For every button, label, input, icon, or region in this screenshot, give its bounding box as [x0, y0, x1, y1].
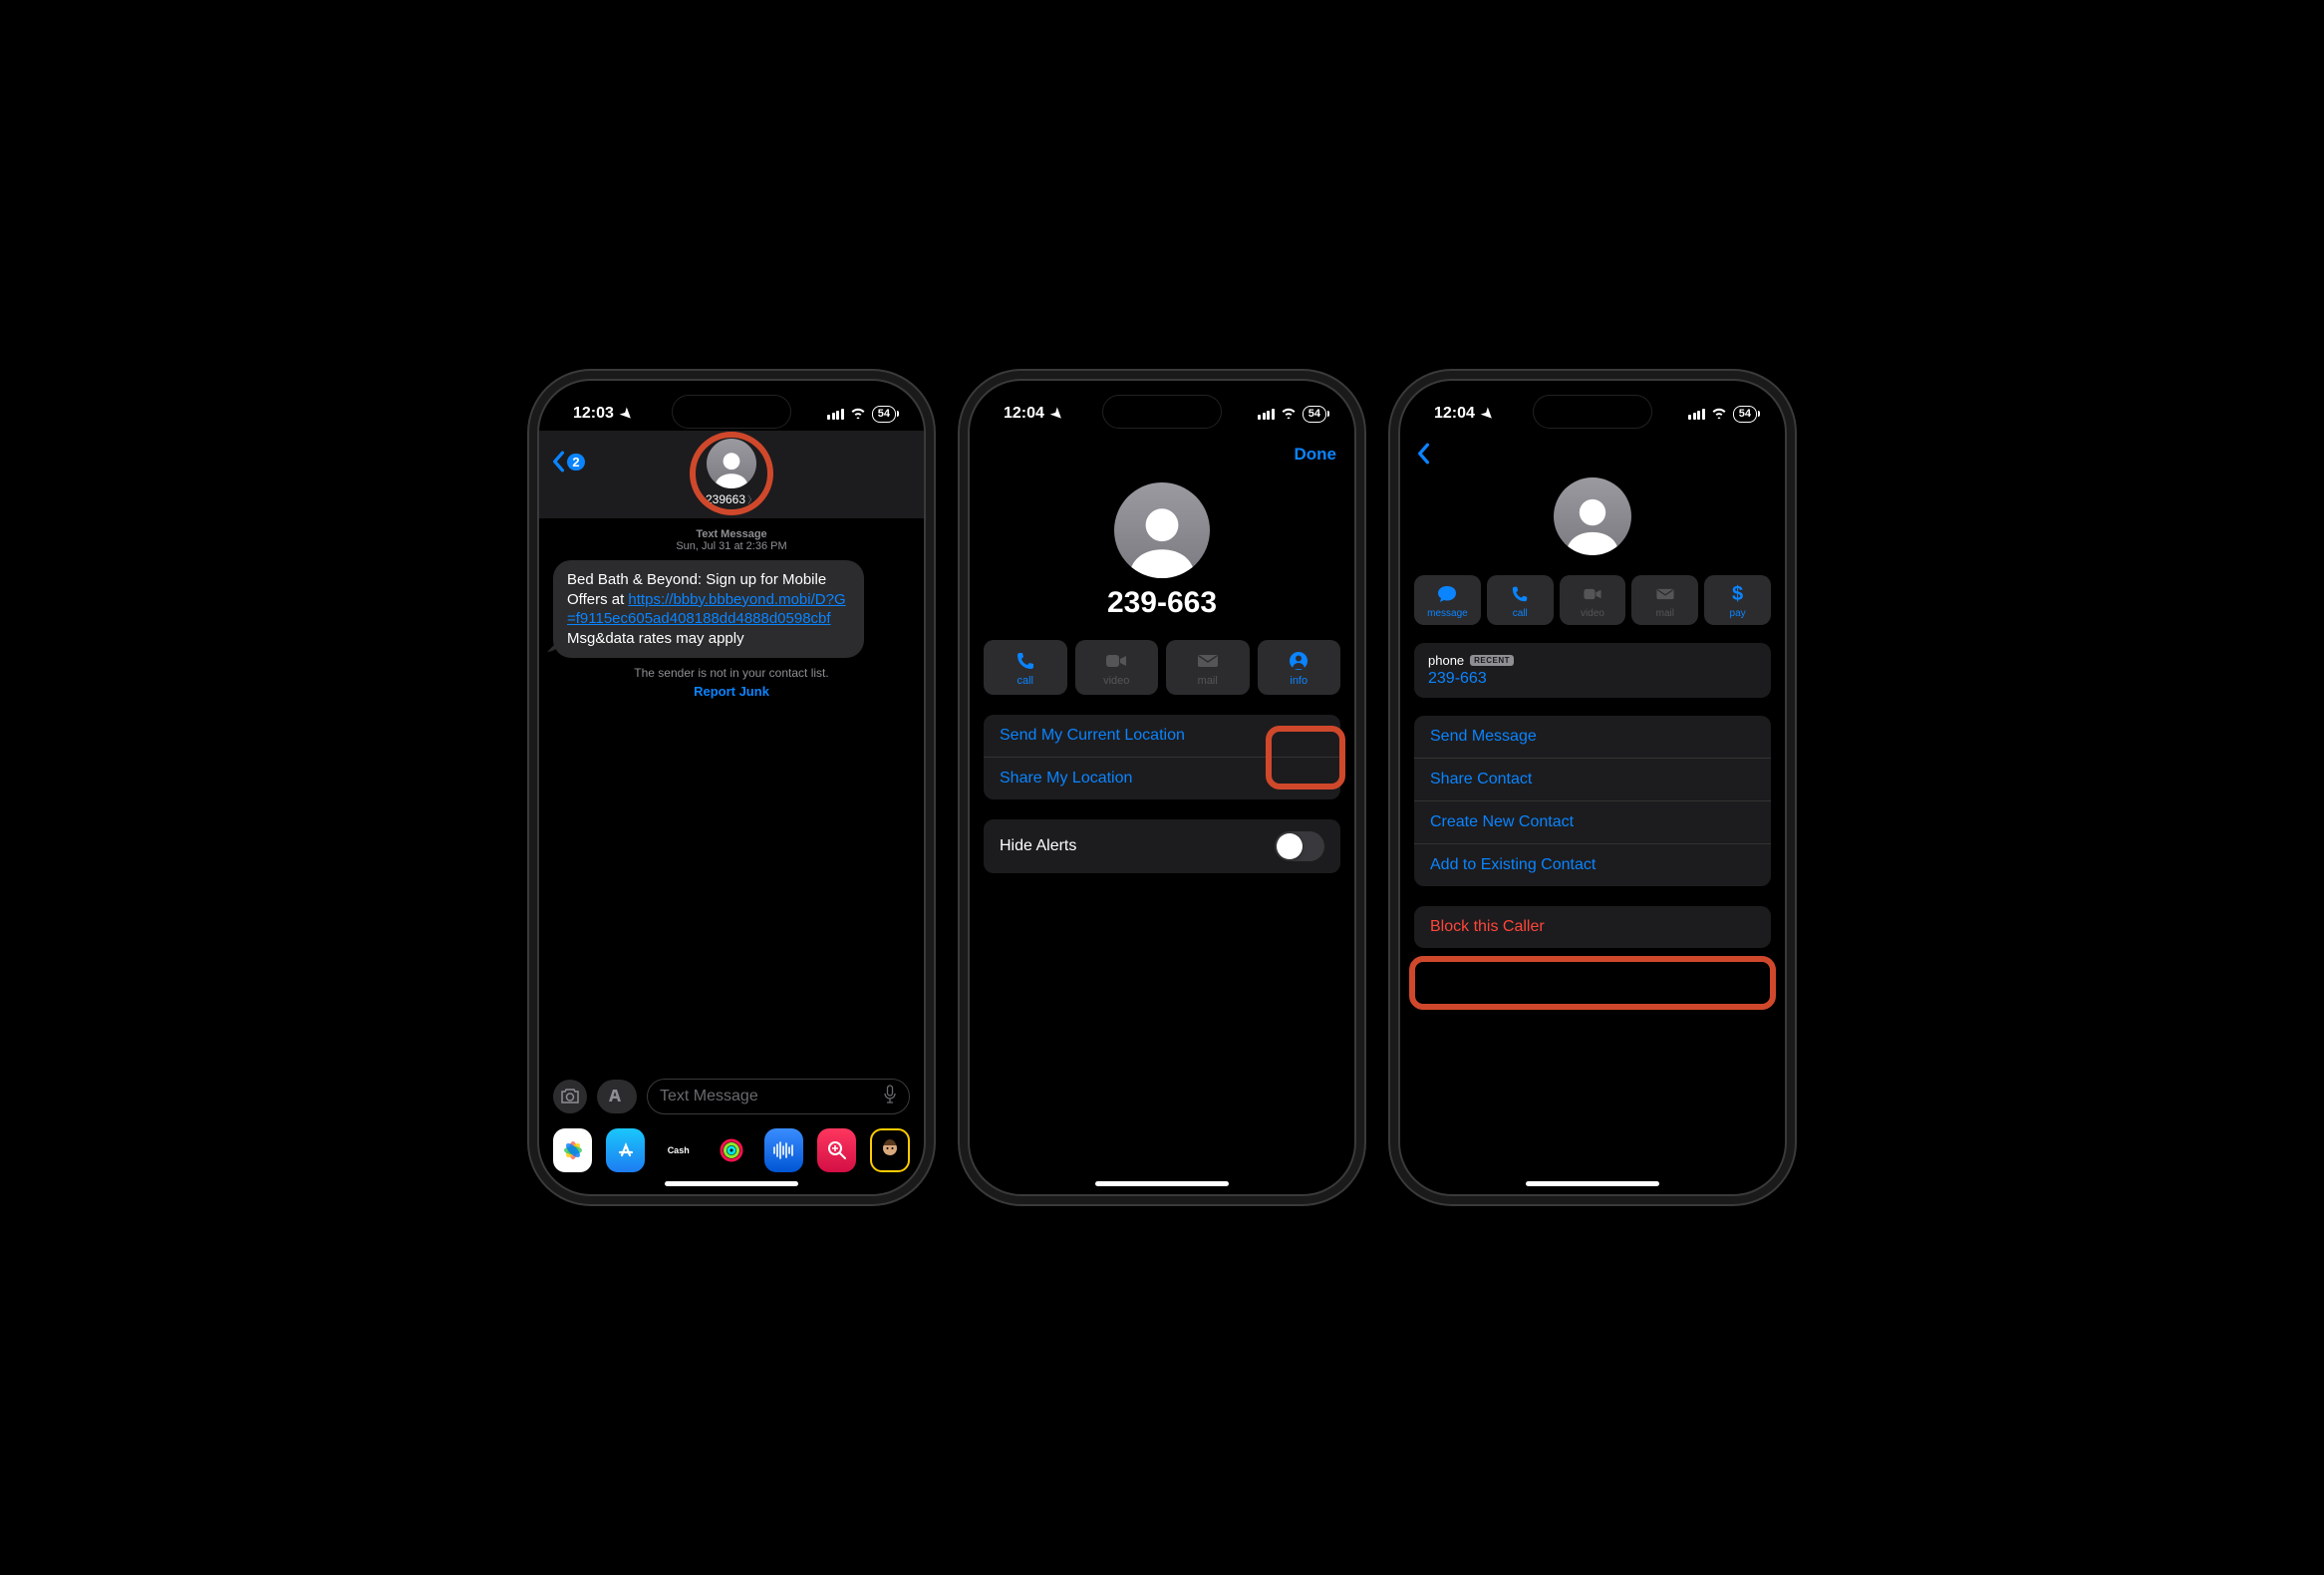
status-time: 12:04 — [1434, 405, 1475, 423]
search-app-icon[interactable] — [817, 1128, 856, 1172]
video-icon — [1105, 650, 1127, 672]
phone-screen-2: 12:04 ➤ 54 Done 239-663 call video — [968, 379, 1356, 1196]
fitness-icon[interactable] — [712, 1128, 750, 1172]
back-button[interactable] — [1400, 431, 1785, 470]
mail-icon — [1197, 650, 1219, 672]
home-indicator[interactable] — [1526, 1181, 1659, 1186]
unread-badge: 2 — [567, 454, 585, 471]
video-icon — [1583, 583, 1602, 605]
message-button[interactable]: message — [1414, 575, 1481, 625]
applecash-icon[interactable]: Cash — [659, 1128, 698, 1172]
signal-icon — [1688, 409, 1705, 420]
mail-button[interactable]: mail — [1631, 575, 1698, 625]
done-button[interactable]: Done — [1295, 445, 1337, 465]
battery-indicator: 54 — [1303, 406, 1326, 423]
home-indicator[interactable] — [665, 1181, 798, 1186]
sender-warning: The sender is not in your contact list. — [539, 666, 924, 680]
report-junk-button[interactable]: Report Junk — [539, 684, 924, 699]
message-bubble[interactable]: Bed Bath & Beyond: Sign up for Mobile Of… — [553, 560, 864, 658]
add-existing-contact-button[interactable]: Add to Existing Contact — [1414, 844, 1771, 886]
home-indicator[interactable] — [1095, 1181, 1229, 1186]
call-button[interactable]: call — [1487, 575, 1554, 625]
info-button[interactable]: info — [1258, 640, 1341, 695]
location-icon: ➤ — [617, 404, 637, 424]
video-button[interactable]: video — [1560, 575, 1626, 625]
appstore-icon[interactable] — [606, 1128, 645, 1172]
call-button[interactable]: call — [984, 640, 1067, 695]
phone-icon — [1016, 650, 1035, 672]
dynamic-island — [672, 395, 791, 429]
create-contact-button[interactable]: Create New Contact — [1414, 801, 1771, 844]
hide-alerts-toggle[interactable] — [1275, 831, 1324, 861]
avatar-icon — [1114, 482, 1210, 578]
wifi-icon — [1281, 406, 1297, 422]
person-icon — [1290, 650, 1307, 672]
apps-button[interactable] — [597, 1080, 637, 1113]
battery-indicator: 54 — [1733, 406, 1757, 423]
dynamic-island — [1533, 395, 1652, 429]
photos-app-icon[interactable] — [553, 1128, 592, 1172]
audio-app-icon[interactable] — [764, 1128, 803, 1172]
mail-button[interactable]: mail — [1166, 640, 1250, 695]
dollar-icon: $ — [1732, 583, 1743, 605]
pay-button[interactable]: $ pay — [1704, 575, 1771, 625]
message-icon — [1437, 583, 1457, 605]
location-icon: ➤ — [1478, 404, 1498, 424]
annotation-highlight — [1266, 726, 1345, 789]
dynamic-island — [1102, 395, 1222, 429]
phone-icon — [1511, 583, 1529, 605]
signal-icon — [827, 409, 844, 420]
battery-indicator: 54 — [872, 406, 896, 423]
memoji-icon[interactable] — [870, 1128, 910, 1172]
camera-button[interactable] — [553, 1080, 587, 1113]
phone-card[interactable]: phone RECENT 239-663 — [1414, 643, 1771, 698]
status-time: 12:04 — [1004, 405, 1044, 423]
message-input[interactable]: Text Message — [647, 1079, 910, 1114]
annotation-highlight — [1409, 956, 1776, 1010]
share-contact-button[interactable]: Share Contact — [1414, 759, 1771, 801]
wifi-icon — [850, 406, 866, 422]
block-caller-button[interactable]: Block this Caller — [1414, 906, 1771, 948]
avatar-icon — [1554, 477, 1631, 555]
location-icon: ➤ — [1047, 404, 1067, 424]
conversation-header: 2 239663〉 — [539, 431, 924, 518]
phone-screen-3: 12:04 ➤ 54 message call — [1398, 379, 1787, 1196]
message-metadata: Text Message Sun, Jul 31 at 2:36 PM — [539, 528, 924, 552]
hide-alerts-row: Hide Alerts — [984, 819, 1340, 873]
recent-badge: RECENT — [1470, 655, 1514, 666]
send-message-button[interactable]: Send Message — [1414, 716, 1771, 759]
contact-title: 239-663 — [970, 586, 1354, 620]
phone-screen-1: 12:03 ➤ 54 2 239663〉 Text M — [537, 379, 926, 1196]
compose-bar: Text Message — [539, 1071, 924, 1122]
mail-icon — [1655, 583, 1675, 605]
status-time: 12:03 — [573, 405, 614, 423]
annotation-highlight — [690, 432, 773, 515]
signal-icon — [1258, 409, 1275, 420]
phone-label: phone — [1428, 653, 1464, 668]
dictation-icon[interactable] — [883, 1085, 897, 1109]
back-button[interactable]: 2 — [551, 451, 585, 472]
video-button[interactable]: video — [1075, 640, 1159, 695]
wifi-icon — [1711, 406, 1727, 422]
phone-value: 239-663 — [1428, 670, 1757, 688]
